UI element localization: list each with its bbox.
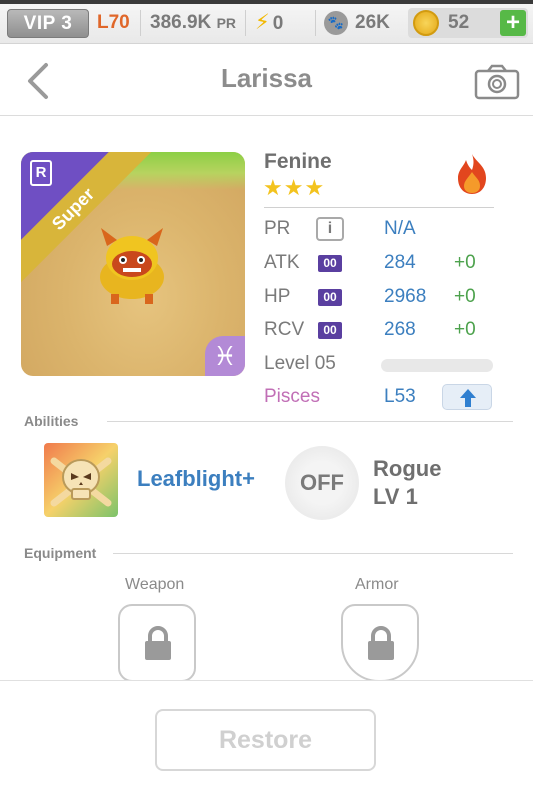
vip-badge[interactable]: VIP 3 [7, 9, 89, 38]
stat-value: 2968 [384, 286, 427, 307]
stat-label: ATK [264, 252, 300, 273]
passive-ability: Rogue LV 1 [373, 455, 441, 511]
divider [315, 10, 316, 36]
coin-icon [413, 10, 439, 36]
weapon-label: Weapon [125, 576, 185, 593]
player-level: L70 [97, 12, 130, 33]
star-rating: ★★★ [263, 175, 326, 200]
add-coins-button[interactable]: + [500, 10, 526, 36]
player-pr: 386.9K PR [150, 11, 236, 35]
paw-icon: 🐾 [324, 11, 348, 35]
page-title: Larissa [220, 63, 313, 93]
upgrade-button[interactable] [442, 384, 492, 410]
skull-icon [50, 457, 112, 507]
pr-unit: PR [216, 15, 237, 31]
stat-value: 268 [384, 319, 416, 340]
coin-value: 52 [448, 12, 470, 33]
level-progress-bar [381, 359, 493, 372]
lightning-icon: ⚡ [255, 11, 270, 34]
passive-ability-name: Rogue [373, 456, 442, 481]
stat-bonus: +0 [454, 252, 476, 273]
stat-value: 284 [384, 252, 416, 273]
rank-badge: R [30, 160, 52, 186]
coin-counter: 52 + [408, 8, 528, 38]
armor-label: Armor [355, 576, 399, 593]
stat-row-hp: HP 00 2968 +0 [264, 282, 494, 312]
monster-sprite-icon [100, 228, 164, 304]
stat-row-pr: PR i N/A [264, 214, 494, 244]
divider [245, 10, 246, 36]
stat-bonus: +0 [454, 286, 476, 307]
resource-bar: VIP 3 L70 386.9K PR ⚡ 0 🐾 26K 52 + [0, 0, 533, 44]
divider [113, 553, 513, 554]
pisces-icon: ♓ [205, 336, 245, 376]
pr-value: 386.9K [150, 12, 212, 33]
stat-label: HP [264, 286, 291, 307]
active-ability-icon[interactable] [44, 443, 118, 517]
arrow-up-icon [460, 389, 476, 407]
energy-value: 0 [272, 13, 284, 34]
food-counter: 26K [355, 12, 390, 33]
stat-value: N/A [384, 218, 416, 239]
stat-badge: 00 [318, 322, 342, 339]
stat-label: PR [264, 218, 291, 239]
stat-row-zodiac: Pisces L53 [264, 382, 494, 412]
stat-row-level: Level 05 [264, 349, 494, 379]
armor-slot[interactable] [341, 604, 419, 682]
monster-name: Fenine [264, 150, 332, 173]
active-ability-name[interactable]: Leafblight+ [137, 466, 255, 492]
abilities-header: Abilities [24, 413, 79, 429]
zodiac-label: Pisces [264, 386, 320, 407]
info-divider [264, 207, 494, 208]
stat-label: RCV [264, 319, 305, 340]
stat-row-rcv: RCV 00 268 +0 [264, 315, 494, 345]
passive-ability-level: LV 1 [373, 484, 418, 509]
stat-badge: 00 [318, 255, 342, 272]
passive-ability-off-icon[interactable]: OFF [285, 446, 359, 520]
stat-badge: 00 [318, 289, 342, 306]
lock-icon [145, 626, 171, 660]
divider [107, 421, 513, 422]
monster-portrait[interactable]: Super R ♓ [21, 152, 245, 376]
energy-counter[interactable]: ⚡ 0 [255, 11, 283, 36]
fire-element-icon [458, 154, 486, 194]
zodiac-level: L53 [384, 386, 416, 407]
level-label: Level 05 [264, 353, 336, 374]
camera-icon[interactable] [474, 64, 520, 100]
page-header: Larissa [0, 44, 533, 116]
divider [140, 10, 141, 36]
footer: Restore [0, 680, 533, 800]
equipment-header: Equipment [24, 545, 97, 561]
stat-row-atk: ATK 00 284 +0 [264, 248, 494, 278]
restore-button[interactable]: Restore [155, 709, 376, 771]
stat-bonus: +0 [454, 319, 476, 340]
lock-icon [368, 626, 394, 660]
info-button[interactable]: i [316, 217, 344, 241]
weapon-slot[interactable] [118, 604, 196, 682]
